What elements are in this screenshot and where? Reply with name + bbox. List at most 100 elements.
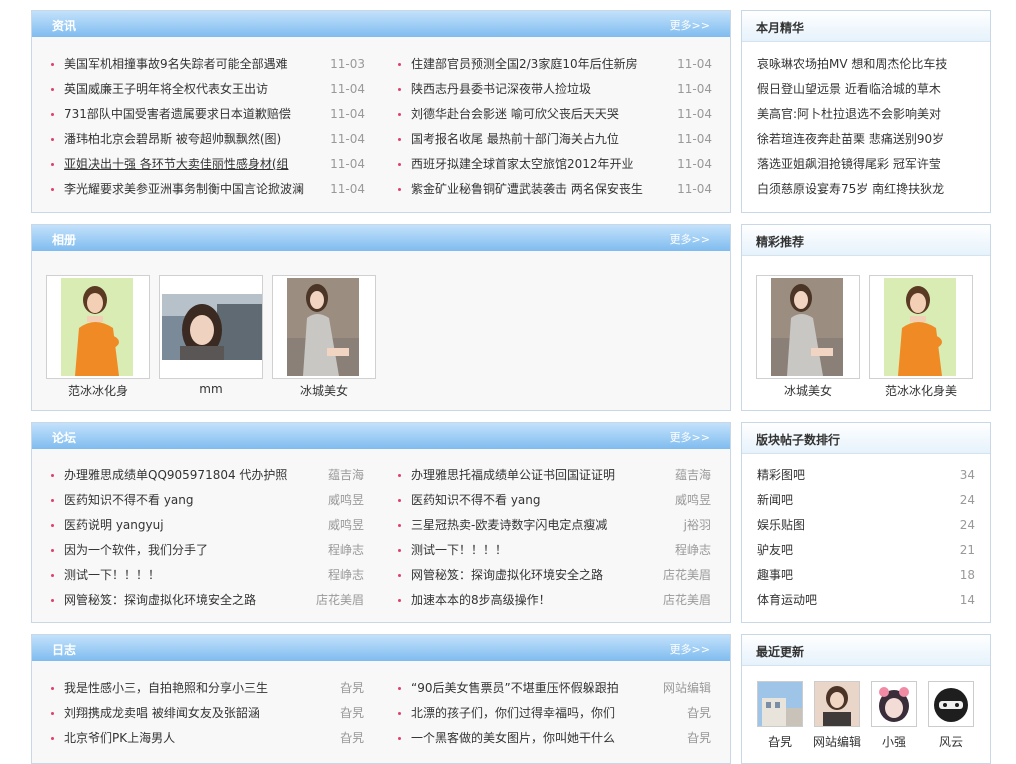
forum-author-link[interactable]: 店花美眉 <box>294 591 364 609</box>
blog-author-link[interactable]: 旮旯 <box>641 704 711 722</box>
news-item-left-1[interactable]: 美国军机相撞事故9名失踪者可能全部遇难 11-03 <box>51 55 365 73</box>
album-more-link[interactable]: 更多>> <box>670 231 710 247</box>
forum-author-link[interactable]: 威鸣昱 <box>294 516 364 534</box>
blog-item-left-2[interactable]: 刘翔携成龙卖唱 被绯闻女友及张韶涵 旮旯 <box>51 704 364 722</box>
news-item-right-2[interactable]: 陕西志丹县委书记深夜带人捡垃圾 11-04 <box>398 80 712 98</box>
forum-author-link[interactable]: 程峥志 <box>641 541 711 559</box>
ranking-item-3-title[interactable]: 娱乐贴图 <box>757 516 907 534</box>
monthly-item-3[interactable]: 美高官:阿卜杜拉退选不会影响美对 <box>757 105 979 123</box>
blog-item-left-3[interactable]: 北京爷们PK上海男人 旮旯 <box>51 729 364 747</box>
blog-item-left-2-title[interactable]: 刘翔携成龙卖唱 被绯闻女友及张韶涵 <box>64 704 304 722</box>
ranking-item-2[interactable]: 新闻吧 24 <box>757 491 975 509</box>
recommend-caption-2[interactable]: 范冰冰化身美 <box>869 382 973 399</box>
ranking-item-4[interactable]: 驴友吧 21 <box>757 541 975 559</box>
forum-item-right-4-title[interactable]: 测试一下！！！！ <box>411 541 651 559</box>
recommend-photo-1[interactable] <box>756 275 860 379</box>
forum-item-right-1[interactable]: 办理雅思托福成绩单公证书回国证证明 蕴吉海 <box>398 466 711 484</box>
forum-item-right-6-title[interactable]: 加速本本的8步高级操作！ <box>411 591 651 609</box>
user-name-3[interactable]: 小强 <box>866 733 922 750</box>
forum-author-link[interactable]: 店花美眉 <box>641 591 711 609</box>
forum-item-left-1-title[interactable]: 办理雅思成绩单QQ905971804 代办护照 <box>64 466 304 484</box>
album-caption-2[interactable]: mm <box>159 382 263 396</box>
forum-item-left-3-title[interactable]: 医药说明 yangyuj <box>64 516 304 534</box>
blog-author-link[interactable]: 旮旯 <box>294 704 364 722</box>
user-avatar-3[interactable] <box>871 681 917 727</box>
forum-item-right-3[interactable]: 三星冠热卖-欧麦诗数字闪电定点瘦减 j裕羽 <box>398 516 711 534</box>
forum-item-left-4[interactable]: 因为一个软件，我们分手了 程峥志 <box>51 541 364 559</box>
blog-item-right-3[interactable]: 一个黑客做的美女图片，你叫她干什么 旮旯 <box>398 729 711 747</box>
news-item-left-3[interactable]: 731部队中国受害者遗属要求日本道歉赔偿 11-04 <box>51 105 365 123</box>
forum-item-left-3[interactable]: 医药说明 yangyuj 威鸣昱 <box>51 516 364 534</box>
monthly-item-5-title[interactable]: 落选亚姐飙泪抢镜得尾彩 冠军许莹 <box>757 155 979 173</box>
news-item-left-5[interactable]: 亚姐决出十强 各环节大卖佳丽性感身材(组 11-04 <box>51 155 365 173</box>
news-item-right-6[interactable]: 紫金矿业秘鲁铜矿遭武装袭击 两名保安丧生 11-04 <box>398 180 712 198</box>
monthly-item-1-title[interactable]: 哀咏琳农场拍MV 想和周杰伦比车技 <box>757 55 979 73</box>
forum-author-link[interactable]: 程峥志 <box>294 541 364 559</box>
ranking-item-5[interactable]: 趣事吧 18 <box>757 566 975 584</box>
news-item-right-4[interactable]: 国考报名收尾 最热前十部门海关占九位 11-04 <box>398 130 712 148</box>
monthly-item-6-title[interactable]: 白须慈原设宴寿75岁 南红搀扶狄龙 <box>757 180 979 198</box>
blog-author-link[interactable]: 旮旯 <box>641 729 711 747</box>
forum-item-left-2[interactable]: 医药知识不得不看 yang 威鸣昱 <box>51 491 364 509</box>
forum-more-link[interactable]: 更多>> <box>670 429 710 445</box>
user-name-2[interactable]: 网站编辑 <box>805 733 869 750</box>
forum-item-right-5[interactable]: 网管秘笈：探询虚拟化环境安全之路 店花美眉 <box>398 566 711 584</box>
news-item-right-1[interactable]: 住建部官员预测全国2/3家庭10年后住新房 11-04 <box>398 55 712 73</box>
blog-author-link[interactable]: 旮旯 <box>294 729 364 747</box>
forum-item-right-4[interactable]: 测试一下！！！！ 程峥志 <box>398 541 711 559</box>
forum-author-link[interactable]: 蕴吉海 <box>294 466 364 484</box>
ranking-item-1-title[interactable]: 精彩图吧 <box>757 466 907 484</box>
news-item-left-6-title[interactable]: 李光耀要求美参亚洲事务制衡中国言论掀波澜 <box>64 180 310 198</box>
user-name-4[interactable]: 风云 <box>923 733 979 750</box>
ranking-item-1[interactable]: 精彩图吧 34 <box>757 466 975 484</box>
ranking-item-6-title[interactable]: 体育运动吧 <box>757 591 907 609</box>
news-item-right-5[interactable]: 西班牙拟建全球首家太空旅馆2012年开业 11-04 <box>398 155 712 173</box>
blog-item-right-3-title[interactable]: 一个黑客做的美女图片，你叫她干什么 <box>411 729 651 747</box>
user-name-1[interactable]: 旮旯 <box>750 733 810 750</box>
album-caption-3[interactable]: 冰城美女 <box>272 382 376 399</box>
news-item-left-5-title[interactable]: 亚姐决出十强 各环节大卖佳丽性感身材(组 <box>64 155 310 173</box>
blog-author-link[interactable]: 旮旯 <box>294 679 364 697</box>
news-more-link[interactable]: 更多>> <box>670 17 710 33</box>
forum-item-right-3-title[interactable]: 三星冠热卖-欧麦诗数字闪电定点瘦减 <box>411 516 651 534</box>
monthly-item-2[interactable]: 假日登山望远景 近看临洽城的草木 <box>757 80 979 98</box>
forum-item-right-1-title[interactable]: 办理雅思托福成绩单公证书回国证证明 <box>411 466 651 484</box>
forum-author-link[interactable]: j裕羽 <box>641 516 711 534</box>
recommend-photo-2[interactable] <box>869 275 973 379</box>
forum-item-right-6[interactable]: 加速本本的8步高级操作！ 店花美眉 <box>398 591 711 609</box>
forum-item-left-1[interactable]: 办理雅思成绩单QQ905971804 代办护照 蕴吉海 <box>51 466 364 484</box>
user-avatar-2[interactable] <box>814 681 860 727</box>
monthly-item-4[interactable]: 徐若瑄连夜奔赴苗栗 悲痛送别90岁 <box>757 130 979 148</box>
monthly-item-1[interactable]: 哀咏琳农场拍MV 想和周杰伦比车技 <box>757 55 979 73</box>
news-item-right-1-title[interactable]: 住建部官员预测全国2/3家庭10年后住新房 <box>411 55 657 73</box>
ranking-item-6[interactable]: 体育运动吧 14 <box>757 591 975 609</box>
news-item-right-4-title[interactable]: 国考报名收尾 最热前十部门海关占九位 <box>411 130 657 148</box>
album-caption-1[interactable]: 范冰冰化身 <box>46 382 150 399</box>
user-avatar-1[interactable] <box>757 681 803 727</box>
monthly-item-2-title[interactable]: 假日登山望远景 近看临洽城的草木 <box>757 80 979 98</box>
news-item-left-1-title[interactable]: 美国军机相撞事故9名失踪者可能全部遇难 <box>64 55 310 73</box>
blog-more-link[interactable]: 更多>> <box>670 641 710 657</box>
monthly-item-5[interactable]: 落选亚姐飙泪抢镜得尾彩 冠军许莹 <box>757 155 979 173</box>
album-photo-2[interactable] <box>159 275 263 379</box>
forum-item-left-5[interactable]: 测试一下！！！！ 程峥志 <box>51 566 364 584</box>
ranking-item-3[interactable]: 娱乐贴图 24 <box>757 516 975 534</box>
blog-item-left-1[interactable]: 我是性感小三，自拍艳照和分享小三生 旮旯 <box>51 679 364 697</box>
news-item-left-2[interactable]: 英国威廉王子明年将全权代表女王出访 11-04 <box>51 80 365 98</box>
forum-author-link[interactable]: 蕴吉海 <box>641 466 711 484</box>
forum-item-left-4-title[interactable]: 因为一个软件，我们分手了 <box>64 541 304 559</box>
forum-item-right-2[interactable]: 医药知识不得不看 yang 威鸣昱 <box>398 491 711 509</box>
news-item-left-6[interactable]: 李光耀要求美参亚洲事务制衡中国言论掀波澜 11-04 <box>51 180 365 198</box>
monthly-item-4-title[interactable]: 徐若瑄连夜奔赴苗栗 悲痛送别90岁 <box>757 130 979 148</box>
forum-item-left-5-title[interactable]: 测试一下！！！！ <box>64 566 304 584</box>
news-item-right-5-title[interactable]: 西班牙拟建全球首家太空旅馆2012年开业 <box>411 155 657 173</box>
album-photo-1[interactable] <box>46 275 150 379</box>
blog-item-right-2-title[interactable]: 北漂的孩子们，你们过得幸福吗，你们 <box>411 704 651 722</box>
ranking-item-4-title[interactable]: 驴友吧 <box>757 541 907 559</box>
recommend-caption-1[interactable]: 冰城美女 <box>756 382 860 399</box>
news-item-left-3-title[interactable]: 731部队中国受害者遗属要求日本道歉赔偿 <box>64 105 310 123</box>
album-photo-3[interactable] <box>272 275 376 379</box>
forum-author-link[interactable]: 店花美眉 <box>641 566 711 584</box>
forum-item-right-5-title[interactable]: 网管秘笈：探询虚拟化环境安全之路 <box>411 566 651 584</box>
news-item-right-2-title[interactable]: 陕西志丹县委书记深夜带人捡垃圾 <box>411 80 657 98</box>
